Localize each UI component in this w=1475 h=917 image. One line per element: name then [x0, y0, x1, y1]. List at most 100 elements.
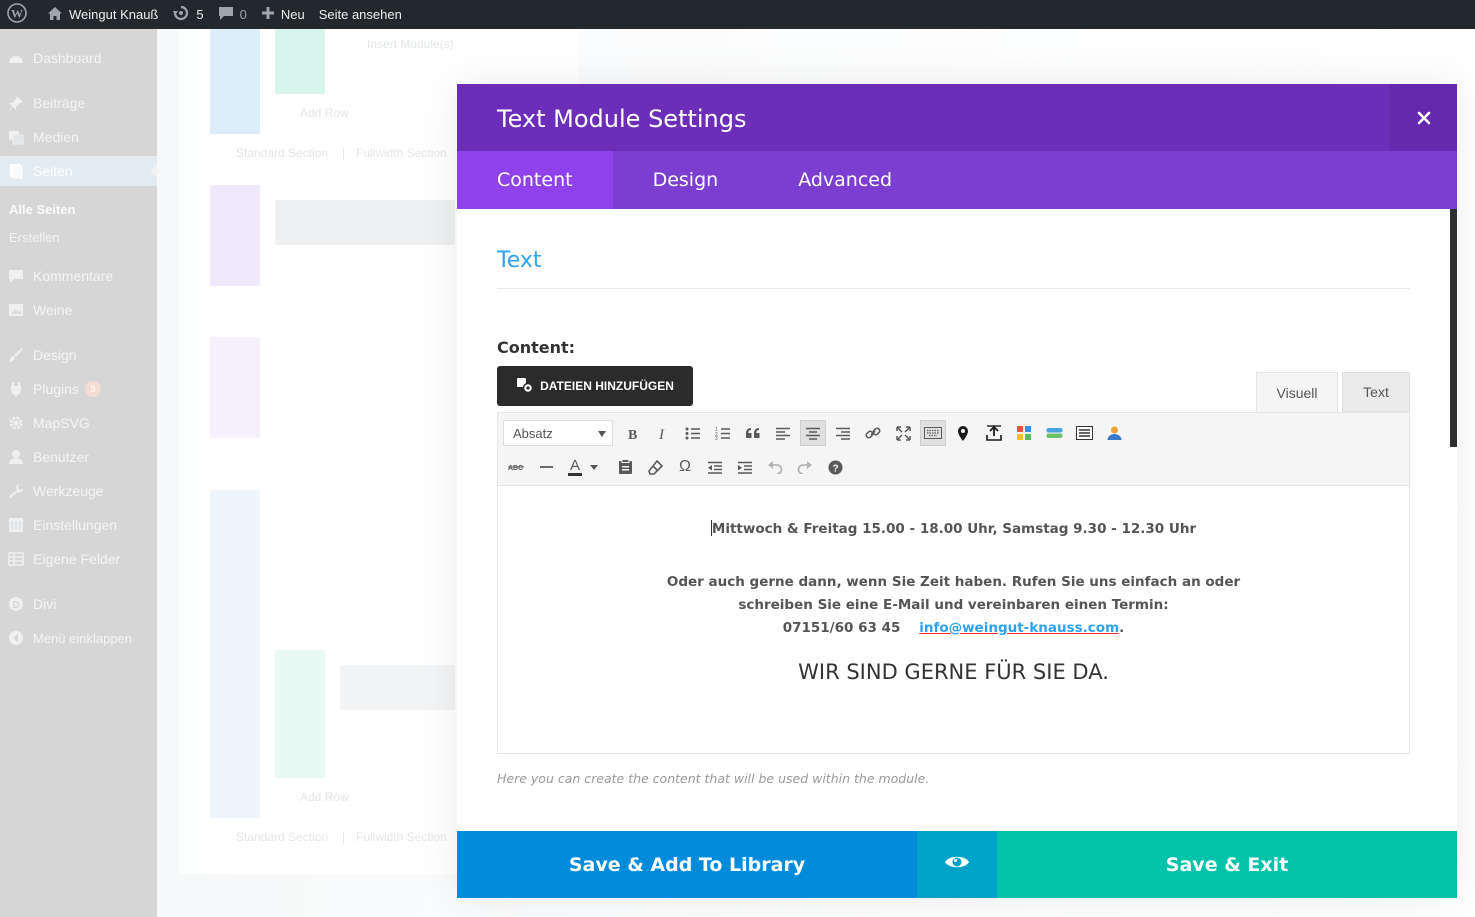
row-sidebar-block: [275, 650, 325, 778]
sidebar-item-benutzer[interactable]: Benutzer: [0, 442, 157, 472]
indent-button[interactable]: [732, 454, 758, 480]
upload-button[interactable]: [981, 420, 1007, 446]
gear-icon: [7, 415, 25, 431]
tab-advanced[interactable]: Advanced: [758, 151, 932, 209]
sidebar-item-medien[interactable]: Medien: [0, 122, 157, 152]
paste-text-button[interactable]: [612, 454, 638, 480]
separator: |: [342, 830, 346, 844]
sidebar-item-werkzeuge[interactable]: Werkzeuge: [0, 476, 157, 506]
fullwidth-section-label: Fullwidth Section: [356, 830, 447, 844]
updates-link[interactable]: 5: [165, 0, 210, 29]
undo-button[interactable]: [762, 454, 788, 480]
sidebar-item-weine[interactable]: Weine: [0, 295, 157, 325]
sidebar-item-label: Divi: [33, 596, 57, 612]
editor-content-area[interactable]: Mittwoch & Freitag 15.00 - 18.00 Uhr, Sa…: [498, 486, 1409, 753]
section-sidebar-block: [210, 29, 260, 134]
format-select-value: Absatz: [513, 425, 553, 441]
strikethrough-button[interactable]: ABC: [503, 454, 529, 480]
sidebar-item-label: Kommentare: [33, 268, 114, 284]
new-label: Neu: [280, 7, 305, 22]
paragraph-format-select[interactable]: Absatz: [503, 420, 613, 446]
fullscreen-button[interactable]: [890, 420, 916, 446]
contact-line-2: schreiben Sie eine E-Mail und vereinbare…: [738, 597, 1169, 613]
bullet-list-button[interactable]: [680, 420, 706, 446]
author-box-button[interactable]: [1101, 420, 1127, 446]
submenu-all-pages[interactable]: Alle Seiten: [0, 202, 157, 217]
editor-tab-text[interactable]: Text: [1342, 372, 1410, 412]
align-right-button[interactable]: [830, 420, 856, 446]
grid-icon: [1016, 425, 1032, 441]
clear-formatting-button[interactable]: [642, 454, 668, 480]
sidebar-item-kommentare[interactable]: Kommentare: [0, 261, 157, 291]
text-color-button[interactable]: A: [563, 454, 603, 480]
sidebar-item-beitraege[interactable]: Beiträge: [0, 88, 157, 118]
section-divider: [497, 288, 1410, 289]
separator: |: [342, 146, 346, 160]
outdent-button[interactable]: [702, 454, 728, 480]
row-sidebar-block: [275, 29, 325, 94]
bold-button[interactable]: B: [620, 420, 646, 446]
close-button[interactable]: [1390, 84, 1457, 151]
text-color-glyph: A: [567, 456, 582, 476]
tab-content[interactable]: Content: [457, 151, 613, 209]
email-suffix: .: [1119, 620, 1125, 636]
svg-text:ABC: ABC: [508, 465, 523, 472]
sidebar-item-label: Eigene Felder: [33, 551, 121, 567]
sidebar-item-eigene-felder[interactable]: Eigene Felder: [0, 544, 157, 574]
editor-tab-visual[interactable]: Visuell: [1256, 372, 1338, 412]
bold-icon: B: [627, 427, 639, 440]
sidebar-item-plugins[interactable]: Plugins 3: [0, 374, 157, 404]
button-icon: [1046, 427, 1063, 439]
module-placeholder-block: [275, 200, 455, 245]
tab-design[interactable]: Design: [613, 151, 759, 209]
new-content-link[interactable]: Neu: [254, 0, 312, 29]
align-left-button[interactable]: [770, 420, 796, 446]
plus-icon: [261, 6, 281, 23]
updates-count: 5: [196, 7, 204, 22]
modal-scrollbar[interactable]: [1450, 209, 1457, 447]
submenu-create[interactable]: Erstellen: [0, 230, 157, 245]
bullet-list-icon: [685, 427, 701, 440]
map-pin-button[interactable]: [950, 420, 976, 446]
sidebar-item-label: Beiträge: [33, 95, 86, 111]
section-sidebar-block: [210, 490, 260, 818]
sidebar-item-design[interactable]: Design: [0, 340, 157, 370]
layout-grid-button[interactable]: [1011, 420, 1037, 446]
numbered-list-button[interactable]: 123: [710, 420, 736, 446]
add-media-button[interactable]: DATEIEN HINZUFÜGEN: [497, 366, 693, 406]
section-heading[interactable]: Text: [497, 248, 542, 273]
link-button[interactable]: [860, 420, 886, 446]
email-link[interactable]: info@weingut-knauss.com: [919, 620, 1119, 636]
editor-toolbar: Absatz B I 123 ABC A Ω ?: [498, 413, 1409, 486]
preview-button[interactable]: [917, 831, 997, 898]
standard-section-label: Standard Section: [236, 146, 329, 160]
help-button[interactable]: ?: [822, 454, 848, 480]
save-library-label: Save & Add To Library: [568, 853, 806, 876]
save-exit-button[interactable]: Save & Exit: [997, 831, 1457, 898]
insert-button-button[interactable]: [1041, 420, 1067, 446]
special-character-button[interactable]: Ω: [672, 454, 698, 480]
align-right-icon: [835, 427, 851, 440]
view-site-link[interactable]: Seite ansehen: [312, 0, 409, 29]
toolbar-toggle-button[interactable]: [920, 420, 946, 446]
wordpress-logo-icon: W: [7, 3, 33, 26]
sidebar-item-divi[interactable]: D Divi: [0, 589, 157, 619]
sidebar-item-mapsvg[interactable]: MapSVG: [0, 408, 157, 438]
list-block-button[interactable]: [1071, 420, 1097, 446]
site-name-link[interactable]: Weingut Knauß: [40, 0, 165, 29]
sidebar-item-dashboard[interactable]: Dashboard: [0, 43, 157, 73]
horizontal-line-button[interactable]: [533, 454, 559, 480]
standard-section-label: Standard Section: [236, 830, 329, 844]
text-module-settings-modal: Text Module Settings Content Design Adva…: [457, 84, 1457, 898]
omega-icon: Ω: [679, 458, 691, 475]
italic-button[interactable]: I: [650, 420, 676, 446]
blockquote-button[interactable]: [740, 420, 766, 446]
sidebar-item-einstellungen[interactable]: Einstellungen: [0, 510, 157, 540]
sidebar-collapse-menu[interactable]: Menü einklappen: [0, 623, 157, 653]
save-add-to-library-button[interactable]: Save & Add To Library: [457, 831, 917, 898]
align-center-button[interactable]: [800, 420, 826, 446]
comments-link[interactable]: 0: [211, 0, 254, 29]
redo-button[interactable]: [792, 454, 818, 480]
sidebar-item-seiten[interactable]: Seiten: [0, 156, 157, 186]
wordpress-logo[interactable]: W: [0, 0, 40, 29]
